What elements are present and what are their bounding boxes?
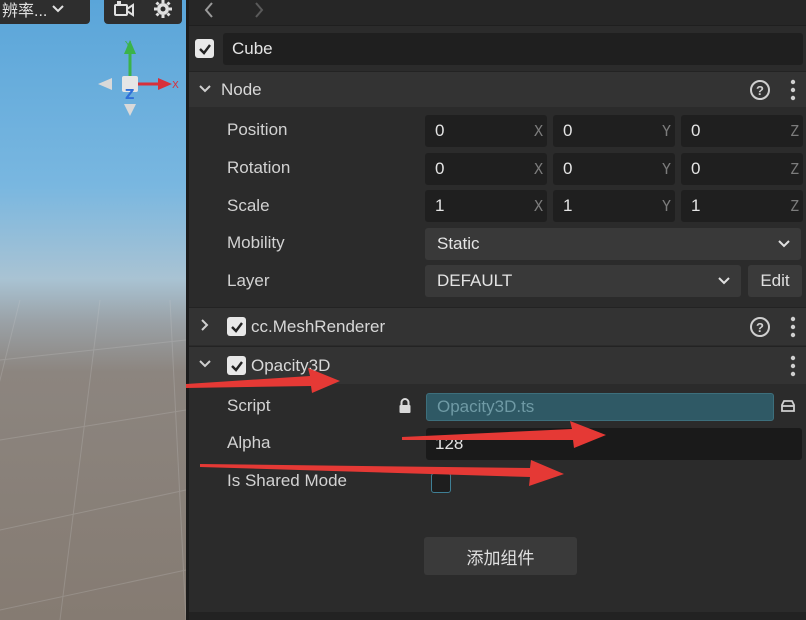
gear-icon[interactable]: [153, 0, 173, 19]
chevron-down-icon: [778, 240, 790, 248]
node-name-row: [189, 28, 806, 70]
add-component-button[interactable]: 添加组件: [424, 537, 577, 575]
help-icon[interactable]: ?: [750, 80, 770, 100]
scale-x-value: 1: [435, 196, 445, 215]
axis-z-label: Z: [789, 122, 799, 140]
rotation-y-field[interactable]: 0 Y: [553, 153, 675, 185]
mesh-renderer-section-header[interactable]: cc.MeshRenderer ?: [189, 307, 806, 345]
scene-grid: [0, 300, 186, 620]
scene-tools-group: [104, 0, 182, 24]
script-asset-field[interactable]: Opacity3D.ts: [426, 393, 774, 421]
position-y-value: 0: [563, 121, 573, 140]
gizmo-y-label: Y: [124, 40, 132, 51]
opacity3d-section-header[interactable]: Opacity3D: [189, 346, 806, 384]
axis-y-label: Y: [661, 160, 671, 178]
chevron-right-icon: [201, 319, 209, 331]
inspector-toolbar: [189, 0, 806, 26]
shared-mode-label: Is Shared Mode: [227, 471, 348, 490]
help-icon[interactable]: ?: [750, 317, 770, 337]
rotation-z-value: 0: [691, 159, 701, 178]
layer-label: Layer: [227, 271, 270, 290]
rotation-x-value: 0: [435, 159, 445, 178]
lock-icon: [399, 398, 411, 413]
more-vertical-icon[interactable]: [790, 355, 796, 377]
layer-edit-button[interactable]: Edit: [748, 265, 802, 297]
axis-y-label: Y: [661, 122, 671, 140]
rotation-y-value: 0: [563, 159, 573, 178]
checkmark-icon: [230, 321, 243, 333]
axis-z-label: Z: [789, 160, 799, 178]
chevron-down-icon: [199, 360, 211, 368]
mesh-renderer-enabled-checkbox[interactable]: [227, 317, 246, 336]
opacity3d-enabled-checkbox[interactable]: [227, 356, 246, 375]
script-label: Script: [227, 396, 271, 415]
position-z-value: 0: [691, 121, 701, 140]
rotation-label: Rotation: [227, 158, 291, 177]
resolution-dropdown[interactable]: 辨率...: [0, 0, 90, 24]
orientation-gizmo[interactable]: Y X Z: [92, 36, 182, 122]
axis-x-label: X: [533, 160, 543, 178]
scene-viewport[interactable]: 辨率... Y X Z: [0, 0, 186, 620]
checkmark-icon: [198, 43, 211, 55]
rotation-x-field[interactable]: 0 X: [425, 153, 547, 185]
gizmo-x-label: X: [172, 80, 179, 91]
node-active-checkbox[interactable]: [195, 39, 214, 58]
more-vertical-icon[interactable]: [790, 79, 796, 101]
scale-z-value: 1: [691, 196, 701, 215]
node-section-title: Node: [221, 80, 262, 99]
rotation-z-field[interactable]: 0 Z: [681, 153, 803, 185]
mobility-label: Mobility: [227, 233, 285, 252]
script-value: Opacity3D.ts: [437, 397, 535, 416]
position-label: Position: [227, 120, 288, 139]
layer-value: DEFAULT: [437, 271, 513, 290]
chevron-down-icon: [199, 85, 211, 93]
gizmo-z-label: Z: [125, 88, 134, 103]
scale-y-field[interactable]: 1 Y: [553, 190, 675, 222]
chevron-down-icon: [718, 277, 730, 285]
position-x-value: 0: [435, 121, 445, 140]
position-x-field[interactable]: 0 X: [425, 115, 547, 147]
panel-footer: [189, 612, 806, 620]
node-section-header[interactable]: Node ?: [189, 71, 806, 107]
layer-select[interactable]: DEFAULT: [425, 265, 741, 297]
position-y-field[interactable]: 0 Y: [553, 115, 675, 147]
scale-y-value: 1: [563, 196, 573, 215]
more-vertical-icon[interactable]: [790, 316, 796, 338]
shared-mode-checkbox[interactable]: [431, 473, 451, 493]
axis-x-label: X: [533, 122, 543, 140]
resolution-label: 辨率...: [2, 3, 48, 20]
back-arrow-icon[interactable]: [203, 2, 215, 18]
opacity3d-title: Opacity3D: [251, 356, 331, 375]
mobility-value: Static: [437, 234, 480, 253]
asset-picker-icon[interactable]: [780, 399, 796, 413]
position-z-field[interactable]: 0 Z: [681, 115, 803, 147]
chevron-down-icon: [52, 5, 65, 13]
axis-z-label: Z: [789, 197, 799, 215]
forward-arrow-icon[interactable]: [253, 2, 265, 18]
scale-label: Scale: [227, 196, 270, 215]
scale-z-field[interactable]: 1 Z: [681, 190, 803, 222]
node-name-input[interactable]: [223, 33, 803, 65]
alpha-label: Alpha: [227, 433, 271, 452]
checkmark-icon: [230, 360, 243, 372]
scale-x-field[interactable]: 1 X: [425, 190, 547, 222]
mesh-renderer-title: cc.MeshRenderer: [251, 317, 386, 336]
mobility-select[interactable]: Static: [425, 228, 801, 260]
camera-icon[interactable]: [113, 0, 135, 18]
inspector-panel: Node ? Position 0 X 0 Y 0 Z Rotation 0 X…: [189, 0, 806, 620]
alpha-value: 128: [435, 434, 464, 453]
axis-y-label: Y: [661, 197, 671, 215]
alpha-input[interactable]: 128: [426, 428, 802, 460]
axis-x-label: X: [533, 197, 543, 215]
